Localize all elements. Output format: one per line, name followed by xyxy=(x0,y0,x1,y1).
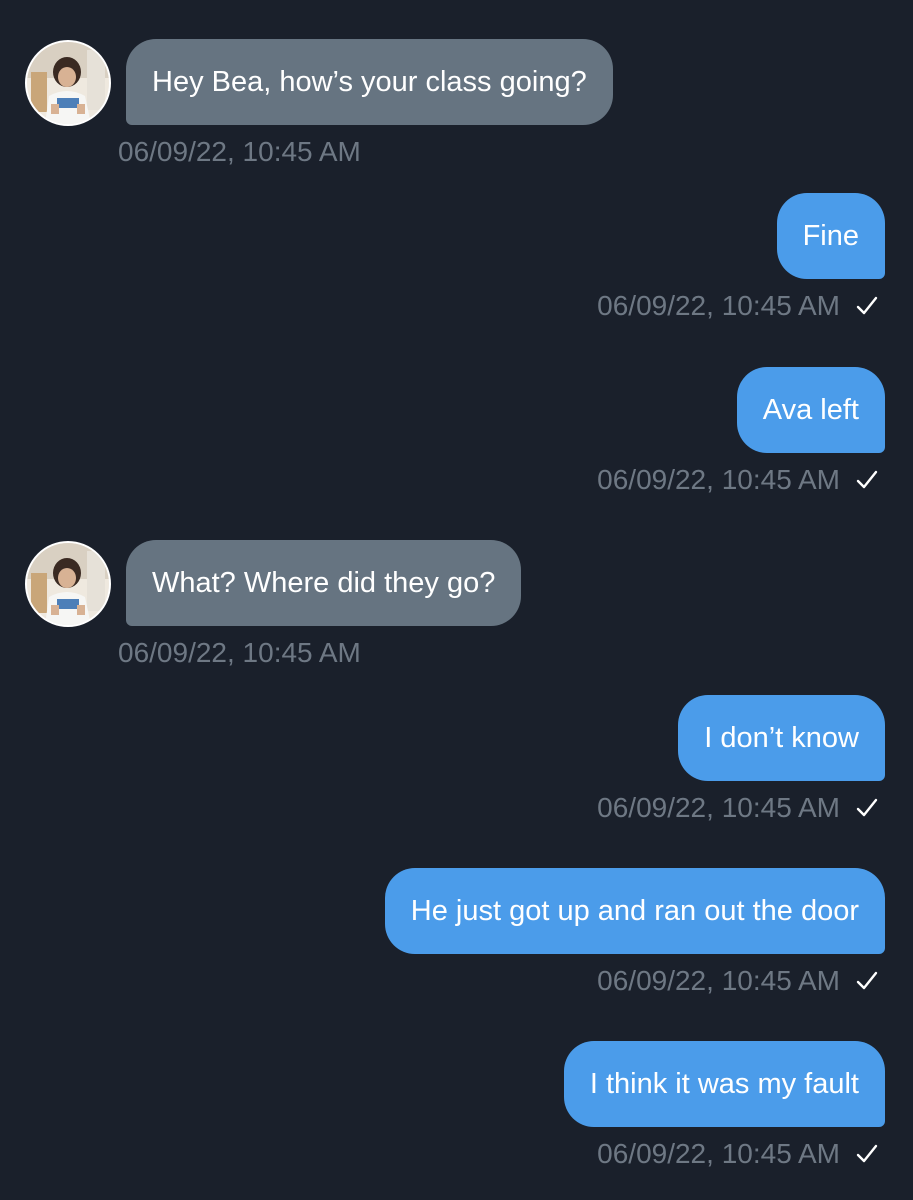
timestamp-text: 06/09/22, 10:45 AM xyxy=(597,965,840,996)
message-text: I think it was my fault xyxy=(589,1067,859,1100)
message-text: Fine xyxy=(802,219,859,252)
timestamp-text: 06/09/22, 10:45 AM xyxy=(118,136,361,167)
timestamp-text: 06/09/22, 10:45 AM xyxy=(597,792,840,823)
timestamp-text: 06/09/22, 10:45 AM xyxy=(597,290,840,321)
message-text: He just got up and ran out the door xyxy=(410,894,859,927)
checkmark-icon xyxy=(856,296,878,315)
checkmark-icon xyxy=(856,1144,878,1163)
message-text: What? Where did they go? xyxy=(152,566,496,599)
message-timestamp: 06/09/22, 10:45 AM xyxy=(597,792,878,824)
message-timestamp: 06/09/22, 10:45 AM xyxy=(597,290,878,322)
avatar-photo-icon xyxy=(27,42,109,124)
message-text: I don’t know xyxy=(704,721,859,754)
message-timestamp: 06/09/22, 10:45 AM xyxy=(597,1138,878,1170)
checkmark-icon xyxy=(856,971,878,990)
outgoing-message-bubble[interactable]: Fine xyxy=(776,193,885,279)
timestamp-text: 06/09/22, 10:45 AM xyxy=(597,464,840,495)
avatar-photo-icon xyxy=(27,543,109,625)
message-text: Ava left xyxy=(762,393,859,426)
outgoing-message-bubble[interactable]: He just got up and ran out the door xyxy=(384,868,885,954)
contact-avatar[interactable] xyxy=(25,40,111,126)
checkmark-icon xyxy=(856,470,878,489)
outgoing-message-bubble[interactable]: I don’t know xyxy=(678,695,885,781)
message-timestamp: 06/09/22, 10:45 AM xyxy=(597,965,878,997)
outgoing-message-bubble[interactable]: I think it was my fault xyxy=(563,1041,885,1127)
message-timestamp: 06/09/22, 10:45 AM xyxy=(118,136,361,168)
incoming-message-bubble[interactable]: What? Where did they go? xyxy=(126,540,522,626)
message-thread: Hey Bea, how’s your class going? 06/09/2… xyxy=(0,0,913,1200)
outgoing-message-bubble[interactable]: Ava left xyxy=(736,367,885,453)
message-text: Hey Bea, how’s your class going? xyxy=(152,65,587,98)
timestamp-text: 06/09/22, 10:45 AM xyxy=(597,1138,840,1169)
contact-avatar[interactable] xyxy=(25,541,111,627)
checkmark-icon xyxy=(856,798,878,817)
message-timestamp: 06/09/22, 10:45 AM xyxy=(118,637,361,669)
message-timestamp: 06/09/22, 10:45 AM xyxy=(597,464,878,496)
incoming-message-bubble[interactable]: Hey Bea, how’s your class going? xyxy=(126,39,613,125)
timestamp-text: 06/09/22, 10:45 AM xyxy=(118,637,361,668)
